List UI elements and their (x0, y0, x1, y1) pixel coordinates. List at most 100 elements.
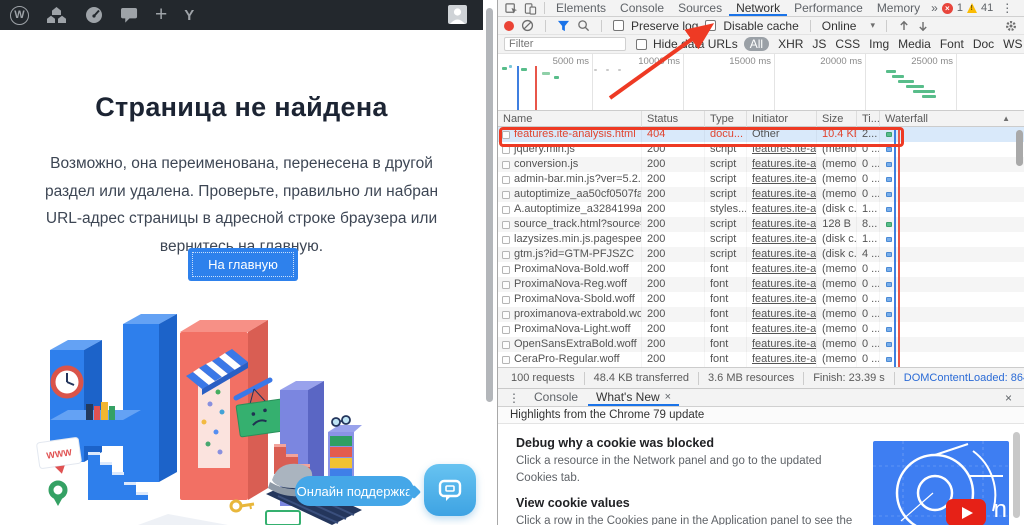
network-filterbar: Hide data URLs AllXHRJSCSSImgMediaFontDo… (498, 35, 1024, 54)
network-row[interactable]: gtm.js?id=GTM-PFJSZC 200 script features… (498, 247, 1024, 262)
column-header[interactable]: Size (817, 111, 857, 127)
row-checkbox-icon (502, 326, 510, 334)
network-row[interactable]: A.autoptimize_a3284199a88... 200 styles.… (498, 202, 1024, 217)
error-count[interactable]: 1 (957, 2, 963, 14)
network-row[interactable]: autoptimize_aa50cf0507fa0b... 200 script… (498, 187, 1024, 202)
more-tabs-icon[interactable]: » (927, 1, 942, 15)
network-row[interactable]: CeraPro-Regular.woff 200 font features.i… (498, 352, 1024, 367)
youtube-play-icon[interactable] (946, 499, 986, 525)
chat-button[interactable] (424, 464, 476, 516)
export-har-icon[interactable] (917, 20, 929, 32)
network-row[interactable]: ProximaNova-Sbold.woff 200 font features… (498, 292, 1024, 307)
throttling-dropdown[interactable]: Online ▾ (822, 19, 875, 33)
filter-funnel-icon[interactable] (557, 20, 570, 32)
inspect-icon[interactable] (502, 2, 521, 15)
column-header[interactable]: Ti... (857, 111, 880, 127)
wordpress-logo-icon[interactable]: W (10, 6, 29, 25)
filter-chip[interactable]: CSS (835, 37, 860, 51)
devtools-tab[interactable]: Network (729, 0, 787, 16)
drawer-close-icon[interactable]: × (999, 391, 1018, 405)
disable-cache-checkbox[interactable] (705, 20, 716, 31)
page-scrollbar[interactable] (486, 8, 493, 402)
news-item-title[interactable]: View cookie values (516, 496, 858, 510)
devtools-tab[interactable]: Performance (787, 0, 870, 16)
filter-chip[interactable]: Img (869, 37, 889, 51)
import-har-icon[interactable] (898, 20, 910, 32)
network-row[interactable]: proximanova-extrabold.woff 200 font feat… (498, 307, 1024, 322)
waterfall-bar (886, 132, 892, 137)
column-header[interactable]: Type (705, 111, 747, 127)
row-checkbox-icon (502, 341, 510, 349)
record-icon[interactable] (504, 21, 514, 31)
network-row[interactable]: conversion.js 200 script features.ite-a.… (498, 157, 1024, 172)
table-scrollbar[interactable] (1016, 130, 1023, 166)
filter-input[interactable] (504, 37, 626, 51)
network-row[interactable]: features.ite-analysis.html 404 docu... O… (498, 127, 1024, 142)
row-checkbox-icon (502, 281, 510, 289)
network-row[interactable]: lazysizes.min.js.pagespeed.j... 200 scri… (498, 232, 1024, 247)
filter-chip[interactable]: XHR (778, 37, 803, 51)
my-sites-icon[interactable] (46, 6, 67, 25)
warning-count[interactable]: 41 (981, 2, 993, 14)
news-item: View cookie values Click a row in the Co… (516, 496, 858, 525)
divider (601, 20, 602, 32)
divider (545, 20, 546, 32)
device-toolbar-icon[interactable] (521, 2, 540, 15)
news-item-title[interactable]: Debug why a cookie was blocked (516, 436, 858, 450)
comments-icon[interactable] (121, 7, 138, 24)
warning-badge-icon[interactable]: ! (967, 3, 977, 13)
news-item: Debug why a cookie was blocked Click a r… (516, 436, 858, 486)
yoast-seo-icon[interactable]: Y (184, 7, 194, 24)
devtools-tab[interactable]: Console (613, 0, 671, 16)
network-row[interactable]: ProximaNova-Light.woff 200 font features… (498, 322, 1024, 337)
devtools-tab[interactable]: Memory (870, 0, 927, 16)
avatar[interactable] (448, 5, 467, 24)
network-toolbar: Preserve log Disable cache Online ▾ (498, 17, 1024, 35)
devtools-menu-icon[interactable]: ⋮ (997, 1, 1017, 15)
column-header[interactable]: Name (498, 111, 642, 127)
home-button[interactable]: На главную (188, 248, 298, 281)
column-header[interactable]: Status (642, 111, 705, 127)
dashboard-speedometer-icon[interactable] (84, 5, 104, 25)
filter-chip[interactable]: WS (1003, 37, 1022, 51)
network-rows: features.ite-analysis.html 404 docu... O… (498, 127, 1024, 367)
devtools-tab[interactable]: Elements (549, 0, 613, 16)
video-thumbnail[interactable]: n (873, 441, 1009, 525)
column-header[interactable]: Initiator (747, 111, 817, 127)
filter-chip[interactable]: Media (898, 37, 931, 51)
drawer-tab-console[interactable]: Console (526, 389, 586, 406)
search-icon[interactable] (577, 19, 590, 32)
network-row[interactable]: ProximaNova-Reg.woff 200 font features.i… (498, 277, 1024, 292)
chevron-down-icon: ▾ (870, 20, 875, 31)
filter-chip[interactable]: Font (940, 37, 964, 51)
waterfall-bar (886, 327, 892, 332)
network-row[interactable]: source_track.html?source=&... 200 script… (498, 217, 1024, 232)
new-content-icon[interactable]: + (155, 5, 167, 25)
waterfall-bar (886, 207, 892, 212)
waterfall-bar (886, 147, 892, 152)
preserve-log-checkbox[interactable] (613, 20, 624, 31)
chat-support-bubble[interactable]: Онлайн поддержка (295, 476, 414, 506)
timeline-overview[interactable]: 5000 ms10000 ms15000 ms20000 ms25000 ms (498, 54, 1024, 111)
network-summary-bar: 100 requests48.4 KB transferred3.6 MB re… (498, 367, 1024, 388)
drawer-tab-whats-new[interactable]: What's New× (588, 389, 679, 406)
network-row[interactable]: ProximaNova-Bold.woff 200 font features.… (498, 262, 1024, 277)
clear-icon[interactable] (521, 19, 534, 32)
devtools-tab[interactable]: Sources (671, 0, 729, 16)
error-badge-icon[interactable]: × (942, 3, 953, 14)
sort-asc-icon[interactable]: ▲ (1002, 114, 1010, 123)
network-row[interactable]: OpenSansExtraBold.woff 200 font features… (498, 337, 1024, 352)
hide-data-urls-checkbox[interactable] (636, 39, 647, 50)
row-checkbox-icon (502, 206, 510, 214)
drawer-scrollbar[interactable] (1013, 432, 1020, 518)
filter-chip[interactable]: All (744, 37, 769, 51)
network-row[interactable]: admin-bar.min.js?ver=5.2.4 200 script fe… (498, 172, 1024, 187)
settings-gear-icon[interactable] (1004, 19, 1018, 33)
news-item-desc: Click a row in the Cookies pane in the A… (516, 513, 861, 525)
network-row[interactable]: jquery.min.js 200 script features.ite-a.… (498, 142, 1024, 157)
drawer-menu-icon[interactable]: ⋮ (504, 391, 524, 405)
filter-chip[interactable]: Doc (973, 37, 994, 51)
close-tab-icon[interactable]: × (665, 389, 671, 406)
console-badges: × 1 ! 41 ⋮ × (942, 1, 1024, 15)
filter-chip[interactable]: JS (812, 37, 826, 51)
